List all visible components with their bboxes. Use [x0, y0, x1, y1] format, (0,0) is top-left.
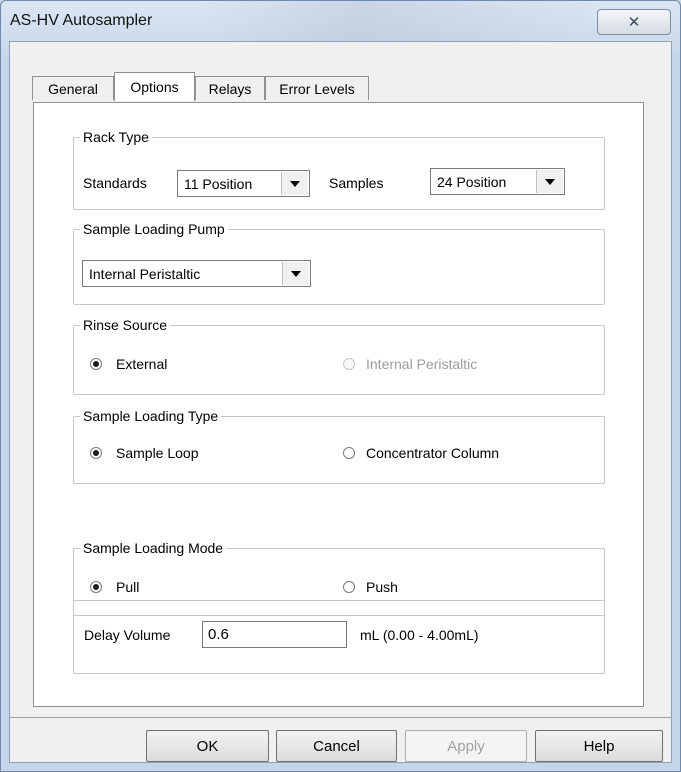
tab-general[interactable]: General: [32, 76, 114, 100]
dialog-client-area: General Options Relays Error Levels Rack…: [9, 41, 672, 763]
sample-loop-radio[interactable]: [90, 447, 102, 459]
concentrator-column-radio[interactable]: [343, 447, 355, 459]
dialog-window: AS-HV Autosampler ✕ General Options Rela…: [0, 0, 681, 772]
push-radio[interactable]: [343, 581, 355, 593]
push-label[interactable]: Push: [366, 579, 398, 595]
tab-label: Error Levels: [279, 80, 355, 97]
help-button[interactable]: Help: [535, 730, 663, 762]
button-separator: [10, 717, 671, 718]
tab-label: General: [48, 80, 98, 97]
cancel-button[interactable]: Cancel: [276, 730, 397, 762]
rinse-source-legend: Rinse Source: [83, 317, 168, 333]
rinse-external-label[interactable]: External: [116, 356, 167, 372]
title-bar-background: [201, 1, 601, 41]
rack-type-group: Rack Type Standards 11 Position Samples …: [73, 129, 605, 210]
sample-loading-pump-group: Sample Loading Pump Internal Peristaltic: [73, 221, 605, 305]
ok-button[interactable]: OK: [146, 730, 269, 762]
chevron-down-icon[interactable]: [536, 170, 563, 193]
sample-loading-type-legend: Sample Loading Type: [83, 408, 219, 424]
tab-error-levels[interactable]: Error Levels: [265, 76, 369, 100]
rinse-external-radio[interactable]: [90, 358, 102, 370]
pull-label[interactable]: Pull: [116, 579, 139, 595]
samples-rack-value: 24 Position: [437, 174, 507, 190]
sample-loading-mode-legend: Sample Loading Mode: [83, 540, 224, 556]
rinse-internal-peristaltic-label: Internal Peristaltic: [366, 356, 478, 372]
chevron-down-icon[interactable]: [282, 262, 309, 285]
concentrator-column-label[interactable]: Concentrator Column: [366, 445, 499, 461]
tab-label: Options: [130, 79, 179, 95]
delay-volume-label: Delay Volume: [84, 627, 171, 643]
standards-rack-select[interactable]: 11 Position: [177, 170, 310, 197]
sample-loading-pump-value: Internal Peristaltic: [89, 266, 201, 282]
close-button[interactable]: ✕: [597, 9, 671, 35]
samples-rack-select[interactable]: 24 Position: [430, 168, 565, 195]
window-title: AS-HV Autosampler: [10, 12, 153, 29]
rinse-source-group: Rinse Source External Internal Peristalt…: [73, 317, 605, 395]
tab-relays[interactable]: Relays: [195, 76, 265, 100]
apply-button-label: Apply: [447, 737, 485, 755]
samples-label: Samples: [329, 175, 384, 191]
chevron-down-icon[interactable]: [281, 172, 308, 195]
rack-type-legend: Rack Type: [83, 129, 149, 145]
sample-loading-type-group: Sample Loading Type Sample Loop Concentr…: [73, 408, 605, 484]
pull-radio[interactable]: [90, 581, 102, 593]
cancel-button-label: Cancel: [313, 737, 360, 755]
tab-options[interactable]: Options: [114, 72, 195, 101]
sample-loop-label[interactable]: Sample Loop: [116, 445, 199, 461]
rinse-internal-peristaltic-radio: [343, 358, 355, 370]
delay-volume-range: mL (0.00 - 4.00mL): [360, 627, 479, 643]
tab-label: Relays: [208, 80, 252, 97]
ok-button-label: OK: [196, 737, 219, 755]
standards-label: Standards: [83, 175, 147, 191]
sample-loading-pump-select[interactable]: Internal Peristaltic: [82, 260, 311, 287]
delay-volume-input[interactable]: [202, 621, 347, 648]
standards-rack-value: 11 Position: [184, 176, 253, 192]
delay-volume-group: Delay Volume mL (0.00 - 4.00mL): [73, 600, 605, 674]
options-tab-panel: Rack Type Standards 11 Position Samples …: [33, 102, 644, 707]
help-button-label: Help: [583, 737, 615, 755]
title-bar[interactable]: AS-HV Autosampler ✕: [1, 1, 680, 41]
close-icon: ✕: [627, 14, 641, 31]
sample-loading-pump-legend: Sample Loading Pump: [83, 221, 225, 237]
apply-button: Apply: [405, 730, 527, 762]
